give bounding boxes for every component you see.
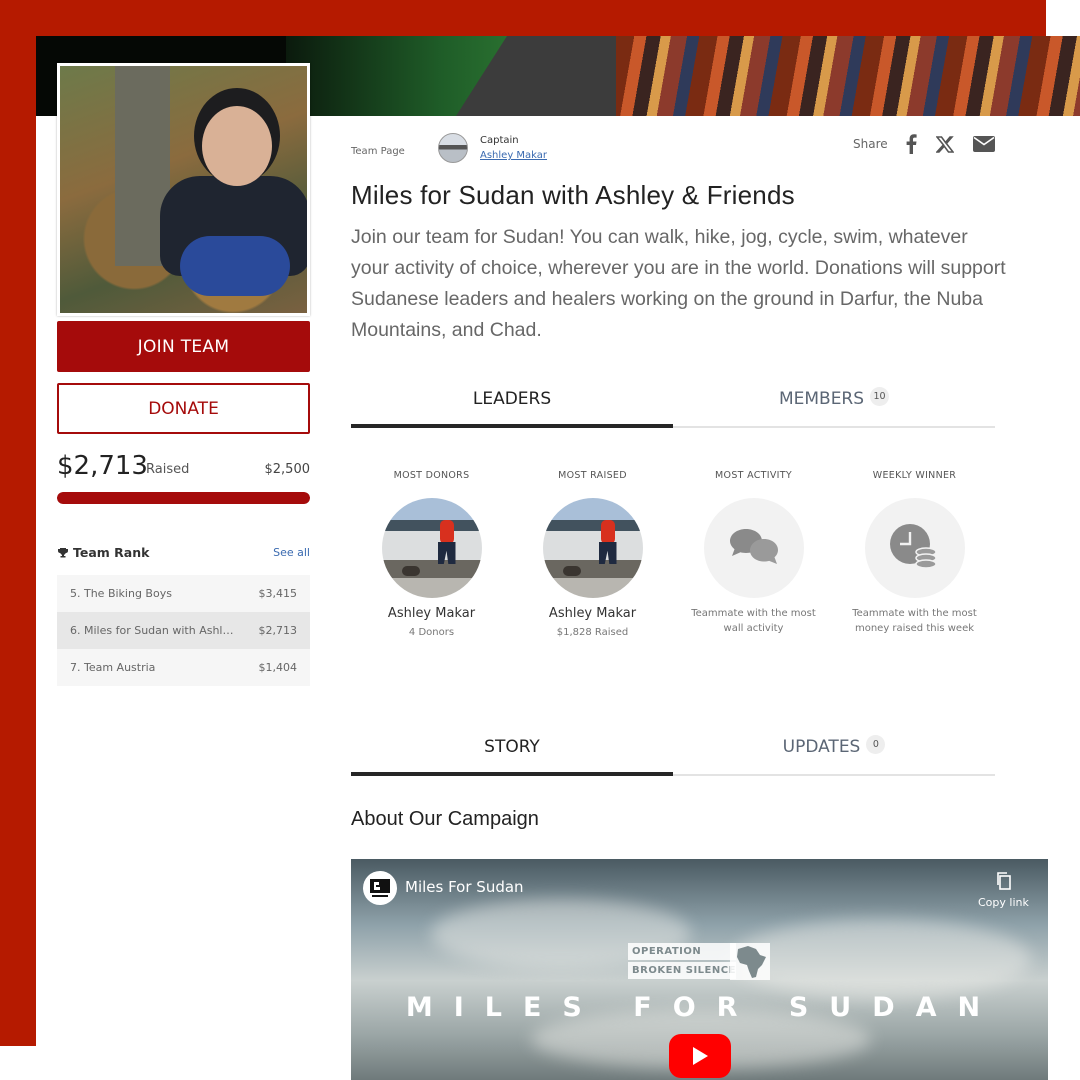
leader-name[interactable]: Ashley Makar — [549, 606, 636, 621]
tab-updates[interactable]: UPDATES 0 — [673, 720, 995, 774]
rank-row[interactable]: 7. Team Austria $1,404 — [57, 649, 310, 686]
leader-detail: $1,828 Raised — [556, 627, 629, 638]
leader-description: Teammate with the most wall activity — [691, 608, 816, 634]
tab-updates-label: UPDATES — [782, 737, 861, 757]
fundraising-progress-bar — [57, 492, 310, 504]
leaders-panel: MOST DONORS Ashley Makar 4 Donors MOST R… — [351, 470, 995, 640]
team-rank-list: 5. The Biking Boys $3,415 6. Miles for S… — [57, 575, 310, 686]
leader-category: MOST DONORS — [393, 470, 470, 481]
leader-weekly-winner: WEEKLY WINNER Teammate with the most mon… — [834, 470, 995, 640]
rank-team-name: 5. The Biking Boys — [70, 587, 172, 600]
tab-leaders[interactable]: LEADERS — [351, 372, 673, 428]
leader-most-donors[interactable]: MOST DONORS Ashley Makar 4 Donors — [351, 470, 512, 640]
rank-team-amount: $1,404 — [258, 661, 298, 674]
copy-link-label[interactable]: Copy link — [978, 896, 1029, 909]
tab-story-label: STORY — [484, 737, 540, 757]
see-all-link[interactable]: See all — [273, 546, 310, 559]
leader-detail: 4 Donors — [408, 627, 455, 638]
leader-category: MOST ACTIVITY — [715, 470, 792, 481]
leader-category: WEEKLY WINNER — [872, 470, 957, 481]
leader-avatar[interactable] — [542, 498, 643, 598]
rank-row-current[interactable]: 6. Miles for Sudan with Ashley & Friends… — [57, 612, 310, 649]
share-label: Share — [853, 137, 888, 151]
trophy-icon — [58, 547, 68, 557]
rank-team-name: 7. Team Austria — [70, 661, 156, 674]
frame-left-bar — [0, 0, 36, 1046]
campaign-title: Miles for Sudan with Ashley & Friends — [351, 180, 795, 210]
join-team-button[interactable]: JOIN TEAM — [57, 321, 310, 372]
leader-avatar[interactable] — [381, 498, 482, 598]
clock-coins-icon — [864, 498, 965, 598]
team-rank-title: Team Rank — [73, 545, 150, 560]
donate-button[interactable]: DONATE — [57, 383, 310, 434]
team-page-label: Team Page — [351, 146, 405, 157]
captain-avatar[interactable] — [438, 133, 468, 163]
rank-team-amount: $3,415 — [258, 587, 298, 600]
chat-bubbles-icon — [703, 498, 804, 598]
leader-category: MOST RAISED — [558, 470, 627, 481]
captain-name-link[interactable]: Ashley Makar — [480, 150, 547, 161]
x-icon[interactable] — [935, 133, 955, 155]
page-frame: JOIN TEAM DONATE $2,713 Raised $2,500 Te… — [0, 0, 1080, 1080]
updates-count-badge: 0 — [866, 734, 886, 754]
story-heading: About Our Campaign — [351, 808, 539, 830]
goal-amount: $2,500 — [264, 462, 311, 477]
leader-most-activity: MOST ACTIVITY Teammate with the most wal… — [673, 470, 834, 640]
rank-row[interactable]: 5. The Biking Boys $3,415 — [57, 575, 310, 612]
facebook-icon[interactable] — [903, 133, 919, 155]
team-profile-photo — [57, 63, 310, 316]
play-button[interactable] — [669, 1034, 731, 1078]
leaders-members-tabs: LEADERS MEMBERS 10 — [351, 372, 995, 428]
video-title[interactable]: Miles For Sudan — [405, 878, 524, 896]
members-count-badge: 10 — [870, 386, 890, 406]
raised-amount: $2,713 — [57, 451, 148, 481]
team-rank-heading: Team Rank — [57, 545, 149, 560]
play-icon — [693, 1047, 708, 1065]
operation-broken-silence-logo: OPERATION BROKEN SILENCE — [628, 943, 771, 980]
progress-fill — [57, 492, 310, 504]
video-embed[interactable]: Miles For Sudan Copy link OPERATION BROK… — [351, 859, 1048, 1080]
video-headline: MILES FOR SUDAN — [405, 992, 1002, 1023]
tab-members-label: MEMBERS — [778, 389, 865, 409]
channel-logo[interactable] — [363, 871, 397, 905]
frame-top-bar — [0, 0, 1046, 36]
leader-most-raised[interactable]: MOST RAISED Ashley Makar $1,828 Raised — [512, 470, 673, 640]
rank-team-amount: $2,713 — [258, 624, 298, 637]
logo-line-2: BROKEN SILENCE — [628, 962, 736, 979]
story-updates-tabs: STORY UPDATES 0 — [351, 720, 995, 776]
tab-members[interactable]: MEMBERS 10 — [673, 372, 995, 426]
rank-team-name: 6. Miles for Sudan with Ashley & Friends — [70, 624, 240, 637]
leader-description: Teammate with the most money raised this… — [852, 608, 977, 634]
copy-link-icon[interactable] — [995, 871, 1013, 895]
email-icon[interactable] — [972, 133, 996, 155]
raised-label: Raised — [146, 462, 190, 477]
captain-label: Captain — [480, 135, 519, 146]
campaign-description: Join our team for Sudan! You can walk, h… — [351, 226, 1006, 341]
tab-story[interactable]: STORY — [351, 720, 673, 776]
leader-name[interactable]: Ashley Makar — [388, 606, 475, 621]
logo-line-1: OPERATION — [628, 943, 736, 960]
tab-leaders-label: LEADERS — [472, 389, 552, 409]
africa-map-icon — [730, 943, 770, 980]
